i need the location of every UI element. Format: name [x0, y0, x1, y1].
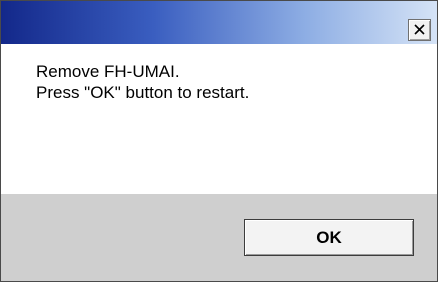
close-button[interactable]	[408, 19, 431, 41]
button-bar: OK	[1, 194, 437, 281]
close-icon	[414, 24, 425, 35]
message-line-restart: Press "OK" button to restart.	[36, 83, 250, 102]
message-dialog: Remove FH-UMAI. Press "OK" button to res…	[0, 0, 438, 282]
dialog-message: Remove FH-UMAI. Press "OK" button to res…	[36, 61, 249, 103]
title-bar[interactable]	[1, 1, 437, 44]
message-line-remove: Remove FH-UMAI.	[36, 62, 180, 81]
ok-button[interactable]: OK	[244, 219, 414, 256]
